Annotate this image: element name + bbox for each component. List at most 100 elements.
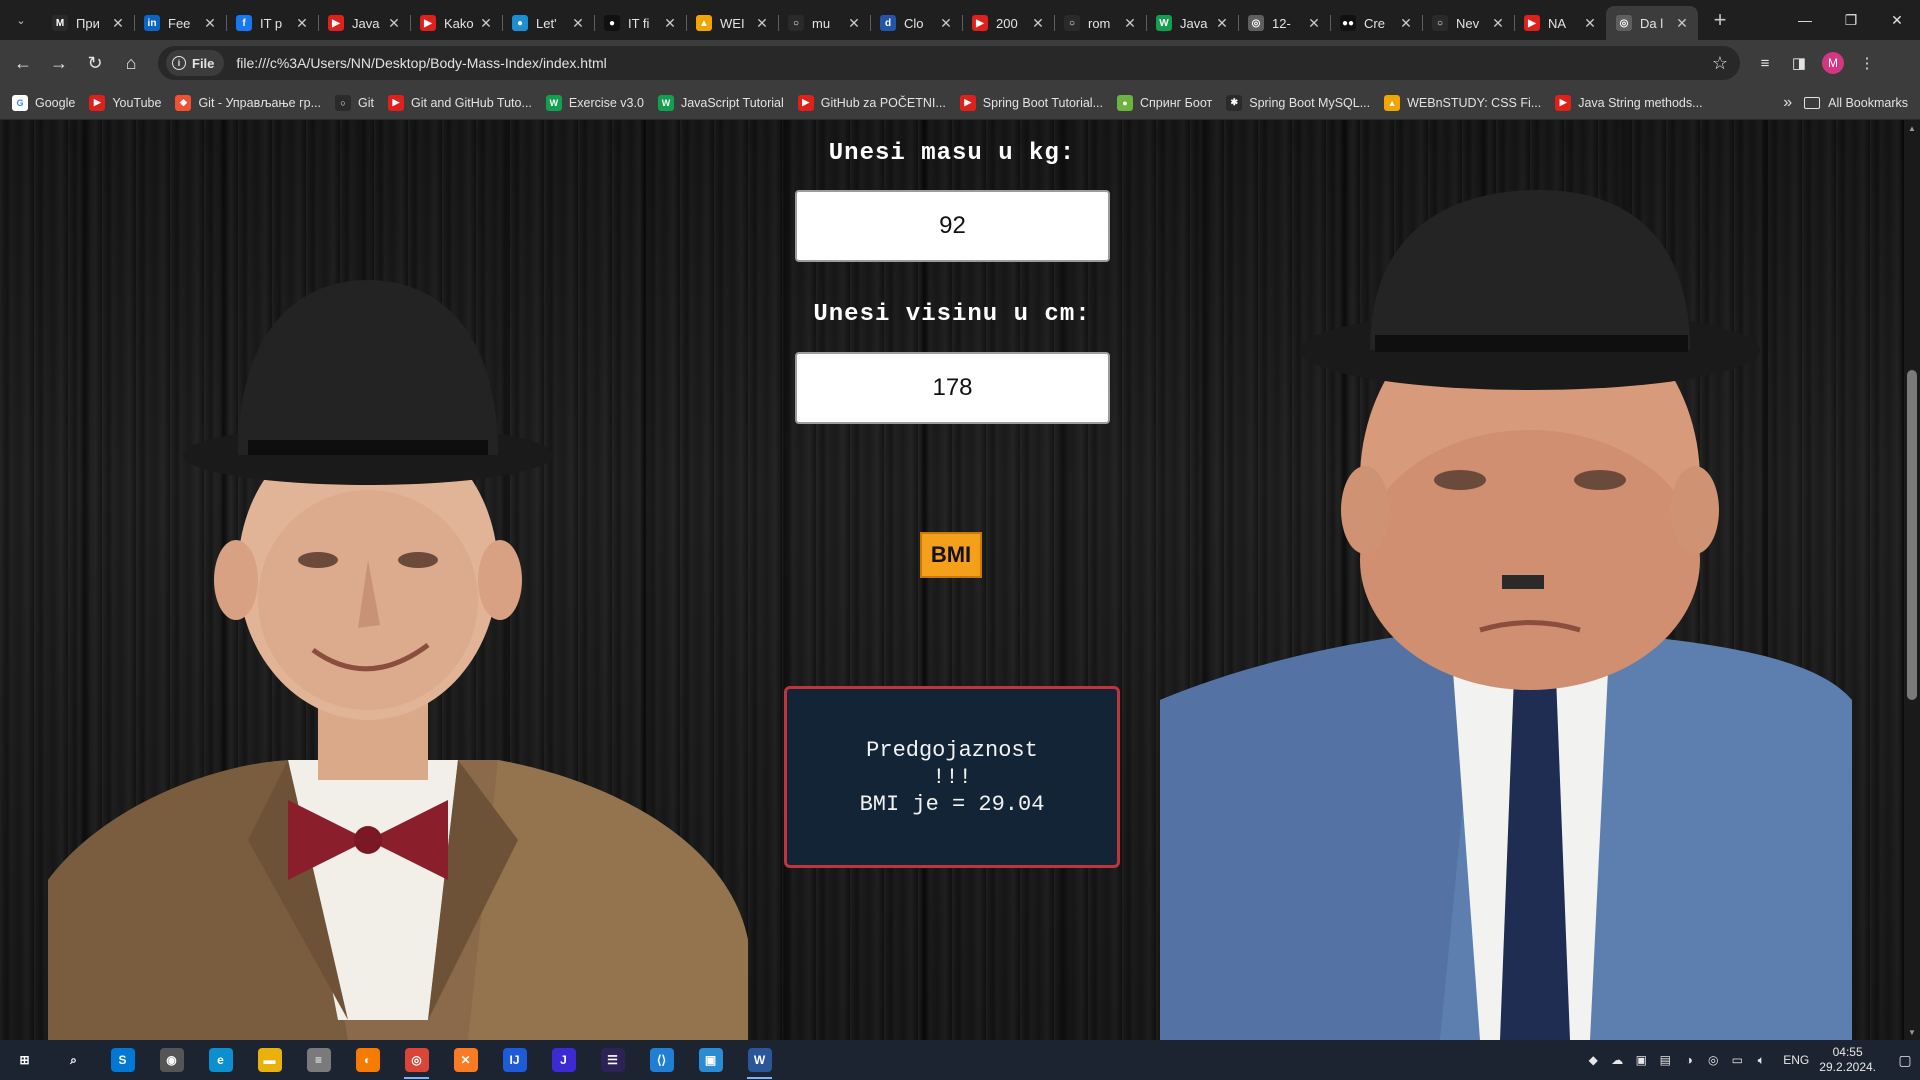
close-tab-icon[interactable]: ✕	[1582, 15, 1598, 32]
tab[interactable]: M При ✕	[42, 6, 135, 40]
browser-menu-button[interactable]: ⋮	[1850, 46, 1884, 80]
more-bookmarks-button[interactable]: »	[1771, 94, 1804, 112]
taskbar-app-button[interactable]: ✕	[441, 1040, 490, 1080]
close-tab-icon[interactable]: ✕	[110, 15, 126, 32]
tab[interactable]: ○ rom ✕	[1054, 6, 1147, 40]
bookmark-item[interactable]: W Exercise v3.0	[540, 90, 652, 116]
close-tab-icon[interactable]: ✕	[478, 15, 494, 32]
taskbar-app-button[interactable]: e	[196, 1040, 245, 1080]
bookmark-item[interactable]: ▶ Java String methods...	[1549, 90, 1710, 116]
side-panel-button[interactable]: ◨	[1782, 46, 1816, 80]
bookmark-item[interactable]: ◆ Git - Управљање гр...	[169, 90, 329, 116]
tab[interactable]: ▶ Kako ✕	[410, 6, 503, 40]
bookmark-item[interactable]: ▶ Spring Boot Tutorial...	[954, 90, 1111, 116]
edge-tray-icon[interactable]: ◎	[1701, 1053, 1725, 1067]
close-tab-icon[interactable]: ✕	[1490, 15, 1506, 32]
tab[interactable]: W Java ✕	[1146, 6, 1239, 40]
back-button[interactable]: ←	[6, 46, 40, 80]
taskbar-app-button[interactable]: IJ	[490, 1040, 539, 1080]
site-info-chip[interactable]: i File	[166, 50, 225, 76]
close-tab-icon[interactable]: ✕	[294, 15, 310, 32]
bookmark-item[interactable]: ▶ Git and GitHub Tuto...	[382, 90, 540, 116]
close-window-button[interactable]: ✕	[1874, 0, 1920, 40]
close-tab-icon[interactable]: ✕	[1030, 15, 1046, 32]
tab[interactable]: in Fee ✕	[134, 6, 227, 40]
tab[interactable]: ▶ NA ✕	[1514, 6, 1607, 40]
close-tab-icon[interactable]: ✕	[1306, 15, 1322, 32]
language-indicator[interactable]: ENG	[1783, 1053, 1809, 1067]
taskbar-app-button[interactable]: J	[539, 1040, 588, 1080]
all-bookmarks-button[interactable]: All Bookmarks	[1804, 96, 1920, 110]
clock[interactable]: 04:55 29.2.2024.	[1819, 1045, 1876, 1075]
restore-button[interactable]: ❐	[1828, 0, 1874, 40]
home-button[interactable]: ⌂	[114, 46, 148, 80]
new-tab-button[interactable]: +	[1706, 6, 1734, 34]
close-tab-icon[interactable]: ✕	[386, 15, 402, 32]
close-tab-icon[interactable]: ✕	[570, 15, 586, 32]
profile-button[interactable]: M	[1816, 46, 1850, 80]
close-tab-icon[interactable]: ✕	[1214, 15, 1230, 32]
bookmark-item[interactable]: G Google	[6, 90, 83, 116]
bookmark-item[interactable]: ▲ WEBnSTUDY: CSS Fi...	[1378, 90, 1549, 116]
device-icon[interactable]: ▤	[1653, 1053, 1677, 1067]
taskbar-app-button[interactable]: S	[98, 1040, 147, 1080]
close-tab-icon[interactable]: ✕	[1674, 15, 1690, 32]
taskbar-app-button[interactable]: ⌕	[49, 1040, 98, 1080]
taskbar-app-button[interactable]: ▬	[245, 1040, 294, 1080]
tab[interactable]: ○ mu ✕	[778, 6, 871, 40]
notification-center-button[interactable]: ▢	[1890, 1040, 1920, 1080]
taskbar-app-button[interactable]: ≡	[294, 1040, 343, 1080]
scroll-up-icon[interactable]: ▲	[1904, 120, 1920, 136]
close-tab-icon[interactable]: ✕	[662, 15, 678, 32]
bookmark-item[interactable]: ✱ Spring Boot MySQL...	[1220, 90, 1378, 116]
tab[interactable]: f IT p ✕	[226, 6, 319, 40]
bmi-button[interactable]: BMI	[920, 532, 982, 578]
scrollbar-thumb[interactable]	[1907, 370, 1917, 700]
close-tab-icon[interactable]: ✕	[754, 15, 770, 32]
tab[interactable]: ◎ 12- ✕	[1238, 6, 1331, 40]
taskbar-app-button[interactable]: ◐	[343, 1040, 392, 1080]
bookmark-item[interactable]: ▶ YouTube	[83, 90, 169, 116]
taskbar-app-button[interactable]: ▣	[686, 1040, 735, 1080]
tab[interactable]: d Clo ✕	[870, 6, 963, 40]
close-tab-icon[interactable]: ✕	[1122, 15, 1138, 32]
bookmark-item[interactable]: W JavaScript Tutorial	[652, 90, 792, 116]
taskbar-app-button[interactable]: ☰	[588, 1040, 637, 1080]
volume-icon[interactable]: 🔈︎	[1749, 1053, 1773, 1068]
taskbar-app-button[interactable]: ⟨⟩	[637, 1040, 686, 1080]
taskbar-app-button[interactable]: ◉	[147, 1040, 196, 1080]
bookmark-item[interactable]: ● Спринг Боот	[1111, 90, 1220, 116]
address-bar[interactable]: i File file:///c%3A/Users/NN/Desktop/Bod…	[158, 46, 1740, 80]
bookmark-item[interactable]: ○ Git	[329, 90, 382, 116]
network-icon[interactable]: ▭	[1725, 1053, 1749, 1067]
reload-button[interactable]: ↻	[78, 46, 112, 80]
minimize-button[interactable]: —	[1782, 0, 1828, 40]
close-tab-icon[interactable]: ✕	[846, 15, 862, 32]
scroll-down-icon[interactable]: ▼	[1904, 1024, 1920, 1040]
tab[interactable]: ● IT fi ✕	[594, 6, 687, 40]
tab[interactable]: ▲ WEI ✕	[686, 6, 779, 40]
tab[interactable]: ▶ Java ✕	[318, 6, 411, 40]
forward-button[interactable]: →	[42, 46, 76, 80]
tab[interactable]: ●● Cre ✕	[1330, 6, 1423, 40]
close-tab-icon[interactable]: ✕	[938, 15, 954, 32]
taskbar-app-button[interactable]: ◎	[392, 1040, 441, 1080]
bookmark-star-icon[interactable]: ☆	[1712, 53, 1728, 74]
tab-search-button[interactable]: ⌄	[6, 6, 36, 34]
tab[interactable]: ▶ 200 ✕	[962, 6, 1055, 40]
height-input[interactable]	[795, 352, 1110, 424]
security-icon[interactable]: ◑	[1677, 1053, 1701, 1067]
taskbar-app-button[interactable]: W	[735, 1040, 784, 1080]
taskbar-app-button[interactable]: ⊞	[0, 1040, 49, 1080]
onedrive-off-icon[interactable]: ☁	[1605, 1053, 1629, 1067]
tab[interactable]: ○ Nev ✕	[1422, 6, 1515, 40]
close-tab-icon[interactable]: ✕	[1398, 15, 1414, 32]
bookmark-item[interactable]: ▶ GitHub za POČETNI...	[792, 90, 954, 116]
close-tab-icon[interactable]: ✕	[202, 15, 218, 32]
page-scrollbar[interactable]: ▲ ▼	[1904, 120, 1920, 1040]
media-controls-button[interactable]: ≡	[1748, 46, 1782, 80]
nvidia-icon[interactable]: ▣	[1629, 1053, 1653, 1067]
mass-input[interactable]	[795, 190, 1110, 262]
tab[interactable]: ◎ Da l ✕	[1606, 6, 1698, 40]
app-tray-icon[interactable]: ◆	[1581, 1053, 1605, 1067]
